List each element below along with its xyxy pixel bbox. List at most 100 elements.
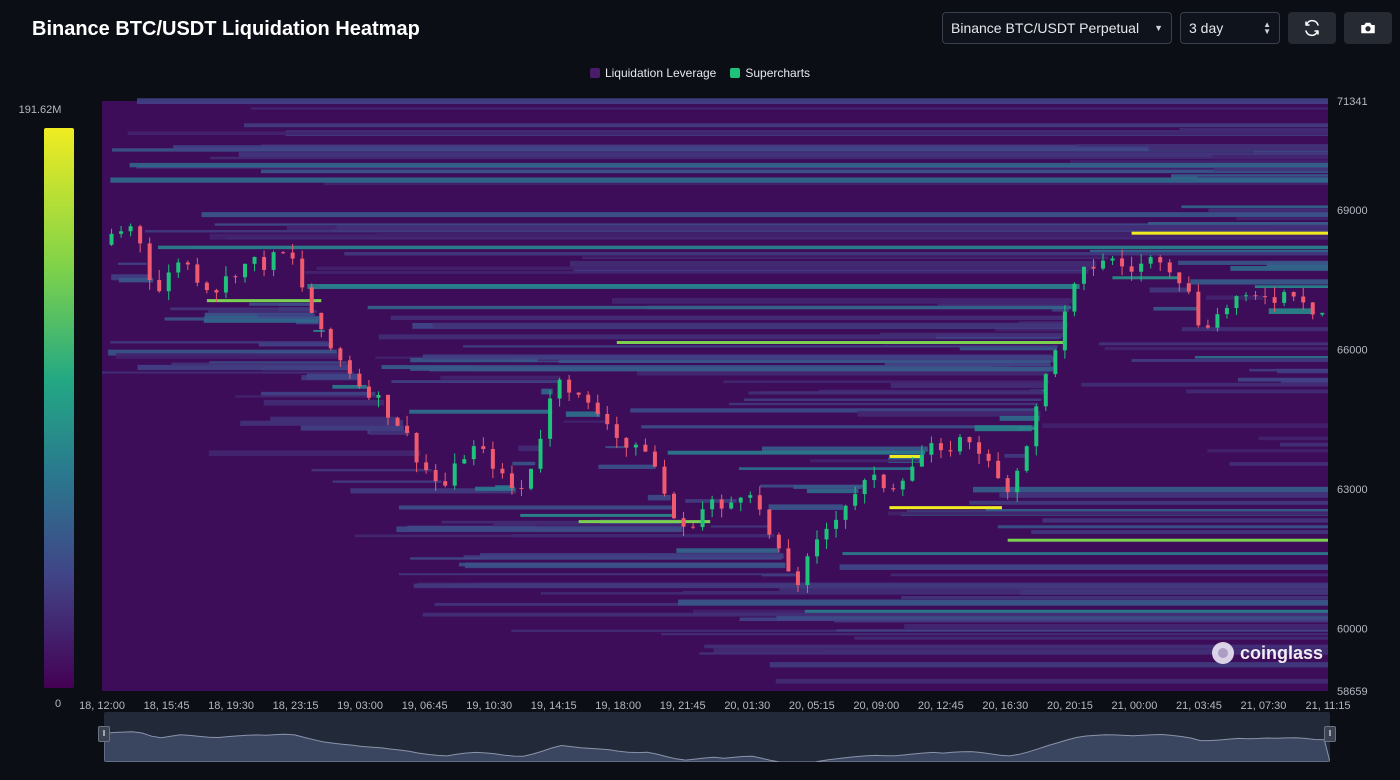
candle	[1081, 266, 1086, 284]
liquidation-band	[676, 548, 780, 553]
liquidation-band	[263, 399, 384, 406]
liquidation-band	[748, 391, 1046, 395]
candle	[233, 276, 238, 278]
candle	[738, 497, 743, 503]
x-tick-label: 19, 06:45	[402, 700, 448, 712]
liquidation-band	[1214, 213, 1328, 217]
navigator-preview	[104, 731, 1330, 762]
liquidation-band	[306, 373, 359, 380]
liquidation-band	[738, 467, 911, 470]
liquidation-band	[999, 415, 1040, 421]
candle	[1015, 470, 1020, 493]
liquidation-band	[1190, 279, 1328, 285]
liquidation-band	[1181, 205, 1328, 209]
x-tick-label: 18, 12:00	[79, 700, 125, 712]
liquidation-band	[409, 409, 553, 414]
candle	[1301, 296, 1306, 303]
navigator-left-handle[interactable]: ‖	[98, 726, 110, 742]
liquidation-band	[369, 430, 410, 435]
liquidation-band	[541, 388, 553, 395]
y-tick-label: 66000	[1337, 344, 1368, 356]
liquidation-band	[565, 411, 601, 417]
candle	[1272, 297, 1277, 303]
candle	[281, 252, 286, 254]
candle	[853, 494, 858, 506]
liquidation-band	[997, 525, 1328, 529]
navigator-right-handle[interactable]: ‖	[1324, 726, 1336, 742]
x-tick-label: 20, 16:30	[982, 700, 1028, 712]
liquidation-band	[257, 313, 315, 318]
liquidation-band	[710, 525, 768, 528]
watermark-text: coinglass	[1240, 642, 1324, 663]
candle	[366, 386, 371, 398]
liquidation-band	[463, 345, 1058, 348]
liquidation-band	[316, 266, 1095, 270]
liquidation-band	[1268, 308, 1315, 314]
liquidation-band	[367, 305, 1072, 310]
candle	[157, 280, 162, 292]
candle	[1072, 283, 1077, 312]
candle	[786, 548, 791, 572]
liquidation-band	[422, 612, 1328, 617]
candle	[1158, 257, 1163, 263]
liquidation-band	[422, 354, 1052, 360]
candle	[719, 499, 724, 509]
y-tick-label: 71341	[1337, 96, 1368, 108]
candle	[605, 413, 610, 425]
x-tick-label: 20, 12:45	[918, 700, 964, 712]
candle	[1234, 296, 1239, 309]
candle	[357, 373, 362, 387]
liquidation-band	[300, 425, 404, 431]
candle	[1101, 260, 1106, 269]
liquidation-band	[842, 552, 1328, 556]
candle	[595, 402, 600, 414]
liquidation-band	[1020, 589, 1328, 595]
candle	[405, 425, 410, 433]
liquidation-band	[249, 302, 312, 306]
liquidation-band	[1076, 144, 1328, 147]
liquidation-band	[1104, 347, 1328, 351]
liquidation-band	[999, 492, 1328, 498]
candle	[138, 226, 143, 244]
liquidation-band	[432, 322, 1068, 328]
liquidation-band	[1179, 127, 1328, 132]
candle	[643, 444, 648, 452]
range-navigator[interactable]	[104, 712, 1330, 762]
candle	[710, 499, 715, 510]
candle	[347, 360, 352, 374]
x-tick-label: 20, 20:15	[1047, 700, 1093, 712]
candle	[948, 450, 953, 452]
liquidation-band	[171, 362, 349, 366]
candle	[1043, 374, 1048, 407]
liquidation-band	[410, 557, 782, 560]
liquidation-band	[598, 464, 656, 469]
liquidation-band	[332, 384, 367, 389]
liquidation-band	[136, 98, 1328, 105]
candle	[185, 262, 190, 265]
liquidation-band	[258, 342, 334, 347]
candle	[1244, 295, 1249, 297]
candle	[958, 437, 963, 452]
liquidation-band	[959, 347, 1058, 351]
candle	[128, 226, 133, 232]
candle	[910, 466, 915, 481]
candle	[1186, 283, 1191, 292]
liquidation-band	[1212, 154, 1328, 160]
candle	[1177, 272, 1182, 284]
liquidation-band	[677, 599, 1328, 606]
x-tick-label: 20, 05:15	[789, 700, 835, 712]
candle	[824, 528, 829, 540]
candle	[195, 264, 200, 283]
liquidation-band	[158, 245, 1328, 250]
liquidation-band	[973, 486, 1328, 493]
candle	[414, 432, 419, 463]
liquidation-band	[390, 315, 1066, 320]
liquidation-heatmap-chart[interactable]: 71341 69000 66000 63000 60000 58659 18, 12:00 1…	[0, 0, 1400, 780]
x-tick-label: 19, 18:00	[595, 700, 641, 712]
candle	[977, 442, 982, 454]
liquidation-band	[890, 382, 1046, 389]
candle	[1253, 295, 1258, 297]
liquidation-band	[1149, 287, 1190, 293]
liquidation-band	[354, 534, 773, 538]
liquidation-band	[474, 486, 515, 491]
